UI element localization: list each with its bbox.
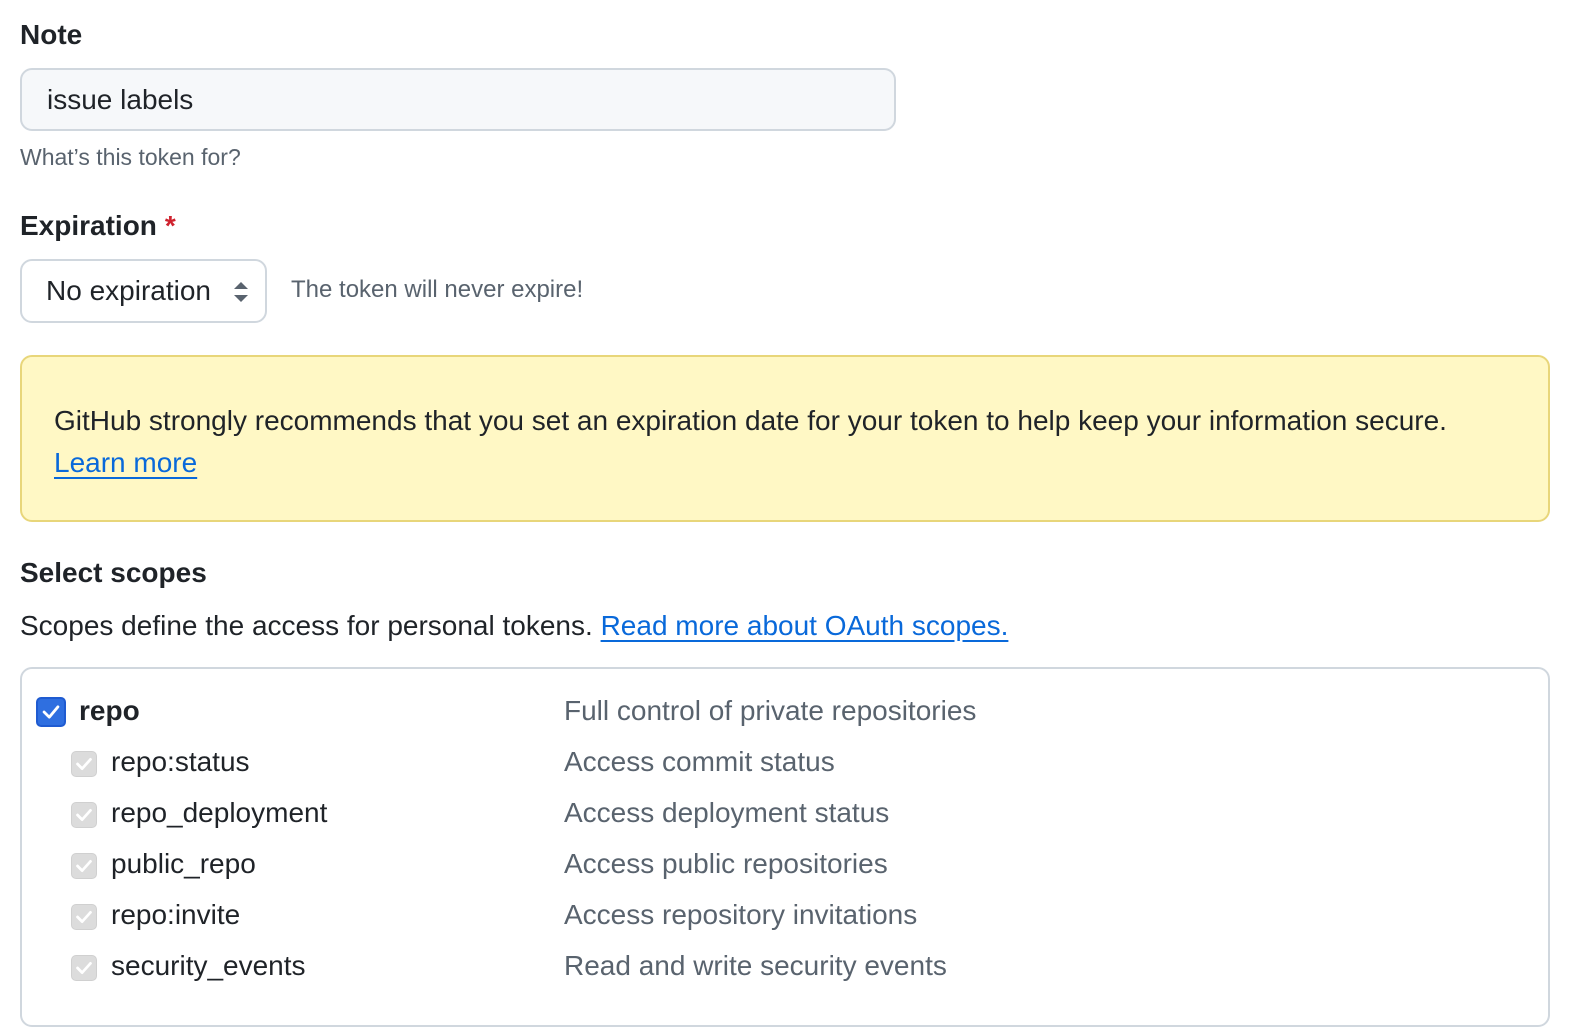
scope-checkbox-repo-deployment[interactable] [71, 802, 97, 828]
required-marker: * [164, 210, 176, 241]
scope-checkbox-repo-invite[interactable] [71, 904, 97, 930]
scope-description: Access repository invitations [564, 899, 918, 930]
scope-checkbox-repo[interactable] [36, 697, 66, 727]
scope-description: Read and write security events [564, 950, 947, 981]
note-label: Note [20, 19, 83, 50]
scopes-description-text: Scopes define the access for personal to… [20, 610, 593, 641]
scope-name: repo:status [111, 746, 250, 777]
scope-name: repo:invite [111, 899, 241, 930]
scope-description: Access public repositories [564, 848, 888, 879]
expiration-warning-banner: GitHub strongly recommends that you set … [20, 355, 1550, 522]
scope-name: public_repo [111, 848, 256, 879]
scope-description: Full control of private repositories [564, 695, 977, 726]
expiration-label: Expiration * [20, 208, 176, 244]
scope-description: Access deployment status [564, 797, 890, 828]
scope-row-public-repo: public_repo Access public repositories [22, 843, 1548, 887]
scope-row-repo-status: repo:status Access commit status [22, 741, 1548, 785]
scope-row-repo-deployment: repo_deployment Access deployment status [22, 792, 1548, 836]
scope-description: Access commit status [564, 746, 835, 777]
scope-row-security-events: security_events Read and write security … [22, 945, 1548, 989]
expiration-label-text: Expiration [20, 210, 157, 241]
expiration-selected-value: No expiration [46, 275, 211, 306]
select-scopes-heading: Select scopes [20, 557, 207, 588]
note-hint: What’s this token for? [20, 144, 241, 170]
note-input[interactable] [20, 68, 896, 131]
scope-name: security_events [111, 950, 306, 981]
scopes-list: repo Full control of private repositorie… [20, 667, 1550, 1027]
scope-name: repo [79, 695, 140, 726]
scope-row-repo-invite: repo:invite Access repository invitation… [22, 894, 1548, 938]
scope-checkbox-public-repo[interactable] [71, 853, 97, 879]
select-arrows-icon [233, 279, 249, 305]
scope-name: repo_deployment [111, 797, 328, 828]
scope-checkbox-repo-status[interactable] [71, 751, 97, 777]
scope-row-repo: repo Full control of private repositorie… [22, 690, 1548, 734]
scope-checkbox-security-events[interactable] [71, 955, 97, 981]
warning-message: GitHub strongly recommends that you set … [54, 405, 1447, 436]
scopes-description: Scopes define the access for personal to… [20, 610, 1008, 642]
expiration-select[interactable]: No expiration [20, 259, 267, 323]
learn-more-link[interactable]: Learn more [54, 447, 197, 478]
oauth-scopes-link[interactable]: Read more about OAuth scopes. [601, 610, 1009, 641]
expiration-note: The token will never expire! [291, 276, 584, 303]
